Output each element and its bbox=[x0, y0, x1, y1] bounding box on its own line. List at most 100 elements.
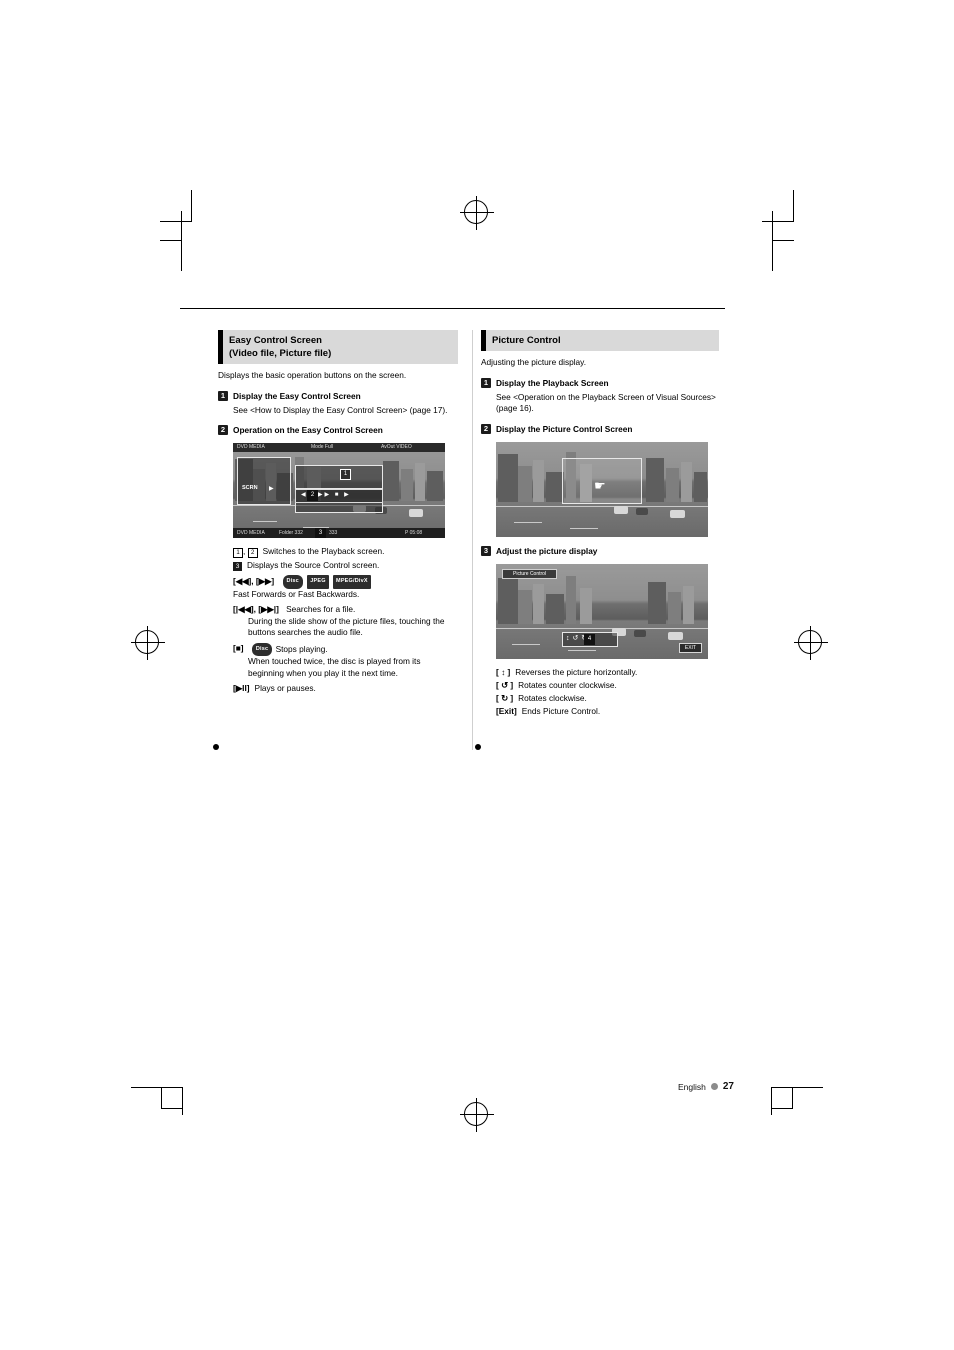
step-title: Display the Picture Control Screen bbox=[496, 423, 633, 434]
key-tag: 1, 2 bbox=[233, 546, 258, 558]
callout-3: 3 bbox=[315, 528, 326, 538]
footer-dot-icon bbox=[710, 1083, 718, 1090]
section-heading-line2: (Video file, Picture file) bbox=[229, 348, 332, 359]
step-number: 1 bbox=[481, 377, 491, 388]
label-source-bottom: DVD MEDIA bbox=[237, 530, 265, 536]
page-footer: English 27 bbox=[678, 1081, 734, 1092]
key-row-cw: [ ↻ ] Rotates clockwise. bbox=[496, 693, 719, 705]
key-desc: Rotates counter clockwise. bbox=[518, 679, 617, 690]
left-key-legend: 1, 2 Switches to the Playback screen. 3 … bbox=[233, 546, 458, 695]
easy-control-screenshot: DVD MEDIA Mode Full AvOut VIDEO SCRN ▶ ◀… bbox=[233, 443, 445, 538]
key-row-ccw: [ ↺ ] Rotates counter clockwise. bbox=[496, 680, 719, 692]
crop-mark-br-h2 bbox=[771, 1108, 793, 1109]
right-step-3: 3 Adjust the picture display bbox=[481, 545, 719, 557]
callout-1: 1 bbox=[340, 469, 351, 480]
chip-jpeg: JPEG bbox=[307, 575, 329, 589]
footer-language: English bbox=[677, 1081, 706, 1092]
left-step-1-body: See <How to Display the Easy Control Scr… bbox=[233, 404, 448, 415]
crop-mark-br-v bbox=[771, 1087, 772, 1115]
section-heading-easy-control: Easy Control Screen (Video file, Picture… bbox=[218, 330, 458, 364]
label-file: 333 bbox=[329, 530, 338, 536]
key-row-flip: [ ↕ ] Reverses the picture horizontally. bbox=[496, 667, 719, 679]
key-desc: Searches for a file. bbox=[286, 604, 356, 614]
crop-mark-bl-v2 bbox=[161, 1087, 162, 1109]
picture-control-title-bar: Picture Control bbox=[502, 568, 558, 579]
key-tag: 3 bbox=[233, 560, 242, 572]
section-heading-line1: Easy Control Screen bbox=[229, 335, 322, 346]
key-row-3: [◀◀], [▶▶] Disc JPEG MPEG/DivX Fast Forw… bbox=[233, 575, 458, 600]
step-number: 3 bbox=[481, 545, 491, 556]
crop-mark-tl-h bbox=[160, 221, 192, 222]
key-tag: [▶II] bbox=[233, 683, 250, 693]
step-title: Display the Playback Screen bbox=[496, 377, 609, 388]
key-subdesc: When touched twice, the disc is played f… bbox=[248, 656, 421, 678]
key-tag-ccw: [ ↺ ] bbox=[496, 679, 514, 690]
key-row-6: [▶II] Plays or pauses. bbox=[233, 683, 458, 695]
crop-mark-bl-v bbox=[182, 1087, 183, 1115]
osd-box-top-right[interactable] bbox=[295, 465, 383, 489]
registration-mark-left bbox=[131, 626, 165, 660]
registration-mark-bottom bbox=[460, 1098, 494, 1132]
right-step-2: 2 Display the Picture Control Screen bbox=[481, 423, 719, 435]
right-key-legend: [ ↕ ] Reverses the picture horizontally.… bbox=[496, 667, 719, 718]
crop-mark-bl-h bbox=[131, 1087, 183, 1088]
step-number: 1 bbox=[218, 390, 228, 401]
step-number: 2 bbox=[481, 423, 491, 434]
step-title: Display the Easy Control Screen bbox=[233, 390, 361, 401]
right-step-1-body: See <Operation on the Playback Screen of… bbox=[496, 391, 716, 414]
chip-disc: Disc bbox=[282, 575, 303, 589]
screenshot-top-bar: DVD MEDIA Mode Full AvOut VIDEO bbox=[233, 443, 445, 452]
key-desc: Stops playing. bbox=[275, 643, 328, 654]
label-mode: Mode Full bbox=[311, 444, 333, 450]
scrn-arrow-icon: ▶ bbox=[269, 486, 274, 492]
chip-disc-2: Disc bbox=[251, 642, 273, 656]
crop-mark-tr-h bbox=[762, 221, 794, 222]
label-source: DVD MEDIA bbox=[237, 444, 265, 450]
key-desc: Displays the Source Control screen. bbox=[247, 559, 380, 570]
key-row-1: 1, 2 Switches to the Playback screen. bbox=[233, 546, 458, 558]
exit-button[interactable]: EXIT bbox=[678, 642, 702, 653]
key-desc: Plays or pauses. bbox=[254, 683, 316, 693]
column-separator bbox=[472, 330, 473, 750]
column-bullet-right bbox=[475, 744, 481, 750]
step-title: Operation on the Easy Control Screen bbox=[233, 425, 383, 435]
scrn-button-label[interactable]: SCRN bbox=[242, 485, 258, 491]
footer-page-number: 27 bbox=[722, 1081, 734, 1092]
key-row-2: 3 Displays the Source Control screen. bbox=[233, 560, 458, 572]
osd-box-left[interactable] bbox=[237, 457, 291, 505]
key-tag: [■] bbox=[233, 643, 244, 654]
crop-mark-tr-v bbox=[793, 190, 794, 222]
section-heading-text: Picture Control bbox=[492, 335, 561, 346]
key-tag: [◀◀], [▶▶] bbox=[233, 575, 275, 586]
crop-mark-br-h bbox=[771, 1087, 823, 1088]
crop-mark-tl-h2 bbox=[160, 240, 182, 241]
left-intro-text: Displays the basic operation buttons on … bbox=[218, 370, 407, 380]
crop-mark-tl-v bbox=[191, 190, 192, 222]
step-number: 2 bbox=[218, 425, 228, 435]
label-avout: AvOut VIDEO bbox=[381, 444, 412, 450]
key-desc: Rotates clockwise. bbox=[518, 692, 587, 703]
label-folder: Folder 332 bbox=[279, 530, 303, 536]
callout-4: 4 bbox=[584, 633, 595, 645]
left-step-2: 2 Operation on the Easy Control Screen bbox=[218, 425, 458, 436]
left-step-1: 1 Display the Easy Control Screen bbox=[218, 390, 458, 402]
right-step-1: 1 Display the Playback Screen bbox=[481, 377, 719, 389]
crop-mark-br-v2 bbox=[792, 1087, 793, 1109]
callout-2: 2 bbox=[307, 490, 318, 501]
column-bullet-left bbox=[213, 744, 219, 750]
screenshot-bottom-bar: DVD MEDIA Folder 332 333 P 05:08 bbox=[233, 528, 445, 538]
crop-mark-tl-v2 bbox=[181, 211, 182, 271]
registration-mark-right bbox=[794, 626, 828, 660]
key-desc: Reverses the picture horizontally. bbox=[515, 666, 638, 677]
key-row-4: [|◀◀], [▶▶|] Searches for a file. During… bbox=[233, 604, 458, 639]
hand-cursor-icon: ☛ bbox=[594, 477, 606, 493]
chip-mpeg-divx: MPEG/DivX bbox=[333, 575, 371, 589]
key-subdesc: During the slide show of the picture fil… bbox=[248, 615, 445, 638]
key-desc: Fast Forwards or Fast Backwards. bbox=[233, 588, 360, 599]
registration-mark-top bbox=[460, 196, 494, 230]
key-row-exit: [Exit] Ends Picture Control. bbox=[496, 706, 719, 718]
key-desc: Ends Picture Control. bbox=[521, 705, 601, 716]
crop-mark-tr-h2 bbox=[772, 240, 794, 241]
right-column: Picture Control Adjusting the picture di… bbox=[481, 330, 719, 717]
key-tag-flip: [ ↕ ] bbox=[496, 666, 511, 677]
